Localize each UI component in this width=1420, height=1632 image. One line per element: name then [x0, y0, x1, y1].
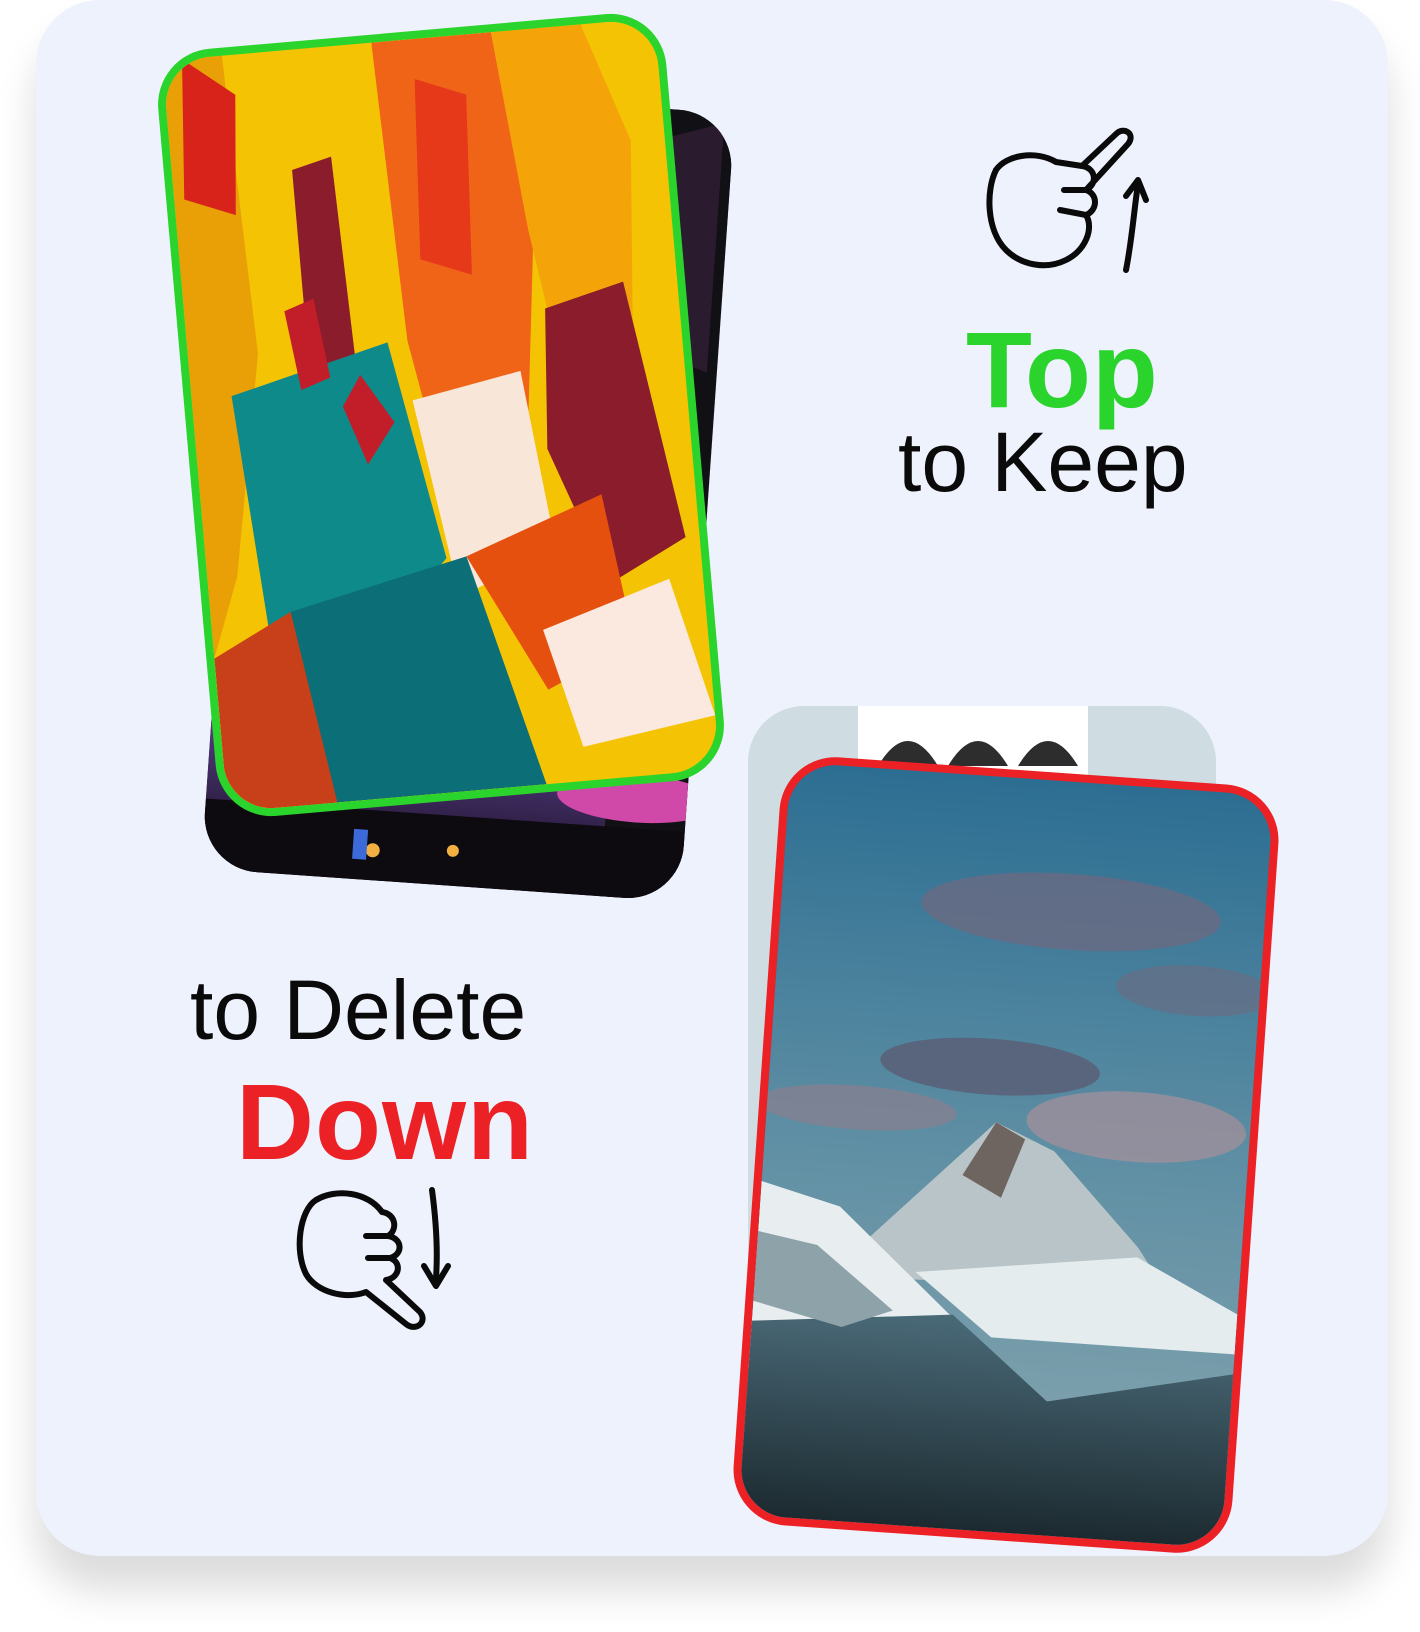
photo-card-mountain-delete[interactable] — [729, 753, 1283, 1556]
keep-direction-label: Top — [966, 309, 1159, 430]
photo-card-painting-keep[interactable] — [153, 9, 729, 821]
delete-action-label: to Delete — [190, 963, 527, 1057]
hand-swipe-up-icon — [986, 127, 1149, 273]
delete-direction-label: Down — [236, 1061, 534, 1182]
abstract-painting-photo — [162, 17, 720, 813]
keep-action-label: to Keep — [898, 415, 1188, 509]
snowy-mountain-photo — [738, 762, 1274, 1548]
swipe-tutorial-panel: Top to Keep to Delete Down — [36, 0, 1388, 1556]
hand-swipe-down-icon — [296, 1187, 451, 1330]
